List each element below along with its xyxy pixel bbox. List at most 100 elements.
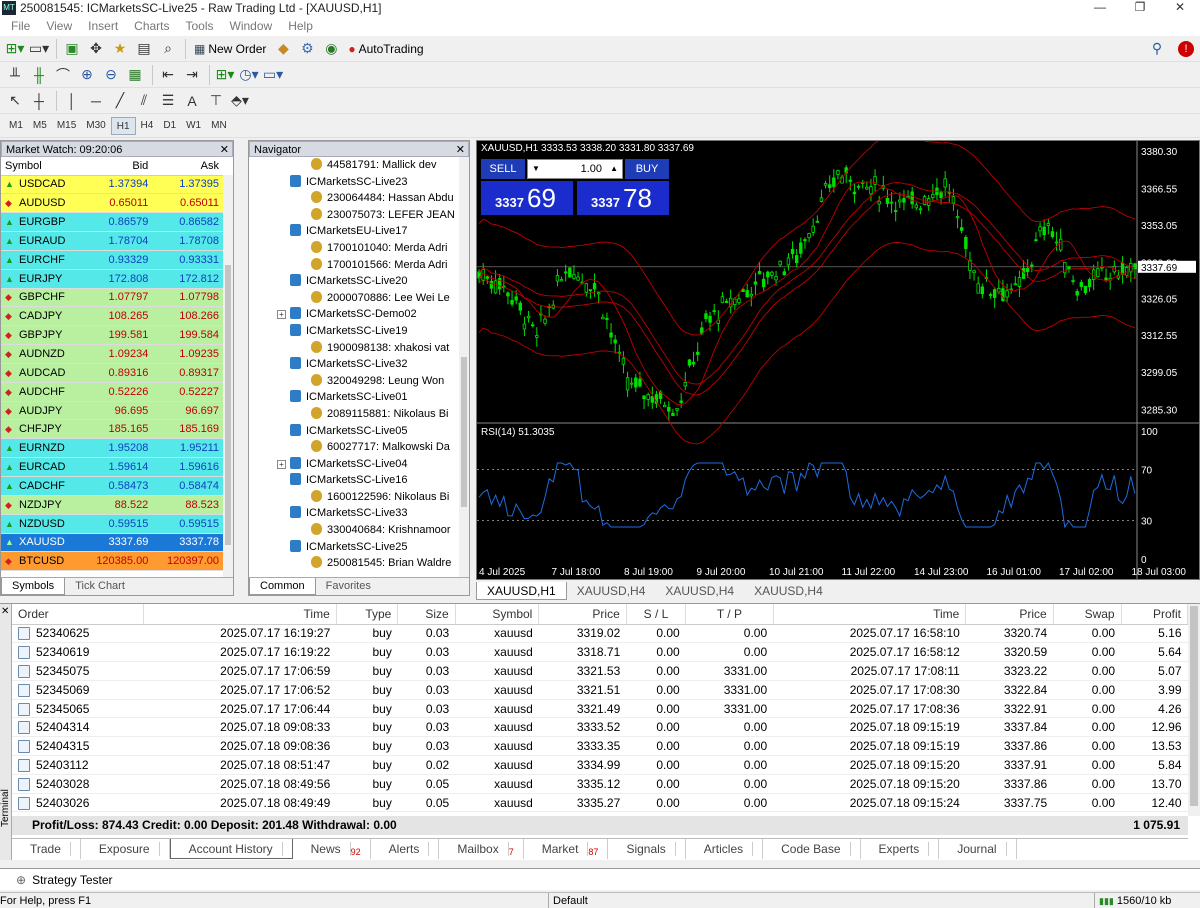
navigator-server[interactable]: ICMarketsSC-Live19 — [249, 323, 457, 340]
ask-cell[interactable]: 0.65011 — [152, 193, 223, 214]
chart-tab-2[interactable]: XAUUSD,H4 — [567, 582, 656, 600]
market-watch-row[interactable]: ▲ EURAUD 1.78704 1.78708 — [1, 231, 223, 251]
ask-cell[interactable]: 96.697 — [152, 401, 223, 421]
navigator-account[interactable]: 2000070886: Lee Wei Le — [249, 290, 457, 307]
ask-cell[interactable]: 172.812 — [152, 269, 223, 289]
strategy-tester-icon[interactable]: ⌕ — [157, 38, 179, 60]
bid-cell[interactable]: 1.07797 — [81, 288, 153, 308]
buy-button[interactable]: BUY — [625, 159, 669, 179]
terminal-tab-alerts[interactable]: Alerts — [371, 839, 440, 859]
symbol-cell[interactable]: ◆ CADJPY — [1, 306, 82, 327]
bid-cell[interactable]: 0.59515 — [81, 514, 153, 534]
cursor-icon[interactable]: ↖ — [4, 90, 26, 112]
table-row[interactable]: 52403112 2025.07.18 08:51:47 buy 0.02 xauusd… — [12, 755, 1188, 775]
menu-view[interactable]: View — [39, 19, 81, 33]
ask-cell[interactable]: 185.169 — [152, 419, 223, 440]
bid-cell[interactable]: 120385.00 — [81, 551, 153, 572]
table-row[interactable]: 52345075 2025.07.17 17:06:59 buy 0.03 xauusd… — [12, 661, 1188, 681]
market-watch-row[interactable]: ◆ NZDJPY 88.522 88.523 — [1, 495, 223, 515]
symbol-cell[interactable]: ▲ EURAUD — [1, 231, 82, 251]
terminal-tab-code-base[interactable]: Code Base — [763, 839, 861, 859]
bid-cell[interactable]: 96.695 — [81, 401, 153, 421]
terminal-tab-mailbox[interactable]: Mailbox 7 — [439, 839, 524, 859]
profiles-icon[interactable]: ▭▾ — [28, 38, 50, 60]
fibonacci-icon[interactable]: ☰ — [157, 90, 179, 112]
ask-cell[interactable]: 0.89317 — [152, 363, 223, 383]
symbol-cell[interactable]: ▲ USDCAD — [1, 175, 82, 195]
market-watch-row[interactable]: ▲ NZDUSD 0.59515 0.59515 — [1, 514, 223, 534]
navigator-account[interactable]: 330040684: Krishnamoor — [249, 522, 457, 539]
ask-cell[interactable]: 1.09235 — [152, 344, 223, 364]
col-time-8[interactable]: Time — [773, 604, 967, 625]
timeframe-m1[interactable]: M1 — [4, 117, 28, 135]
bid-cell[interactable]: 1.37394 — [81, 175, 153, 195]
buy-price[interactable]: 3337 78 — [577, 181, 669, 215]
scrollbar[interactable] — [459, 157, 469, 577]
terminal-tab-journal[interactable]: Journal — [939, 839, 1017, 859]
lot-size-field[interactable]: ▼ 1.00 ▲ — [527, 159, 623, 179]
bid-cell[interactable]: 1.59614 — [81, 457, 153, 477]
bid-cell[interactable]: 3337.69 — [81, 533, 153, 553]
tab-common[interactable]: Common — [249, 578, 316, 595]
ask-cell[interactable]: 0.52227 — [152, 382, 223, 402]
tab-favorites[interactable]: Favorites — [316, 578, 381, 595]
col-ask[interactable]: Ask — [152, 157, 223, 176]
bid-cell[interactable]: 172.808 — [81, 269, 153, 289]
maximize-button[interactable]: ❐ — [1120, 0, 1160, 16]
table-row[interactable]: 52345065 2025.07.17 17:06:44 buy 0.03 xauusd… — [12, 699, 1188, 719]
col-tp-7[interactable]: T / P — [685, 604, 774, 625]
symbol-cell[interactable]: ▲ CADCHF — [1, 476, 82, 496]
bar-chart-icon[interactable]: ╨ — [4, 64, 26, 86]
navigator-server[interactable]: ICMarketsSC-Live23 — [249, 174, 457, 191]
terminal-tab-news[interactable]: News 92 — [293, 839, 371, 859]
symbol-cell[interactable]: ▲ EURCHF — [1, 250, 82, 270]
trendline-icon[interactable]: ╱ — [109, 90, 131, 112]
autotrading-button[interactable]: ● AutoTrading — [344, 38, 427, 60]
bid-cell[interactable]: 0.52226 — [81, 382, 153, 402]
symbol-cell[interactable]: ▲ EURGBP — [1, 212, 82, 233]
ask-cell[interactable]: 0.58474 — [152, 476, 223, 496]
terminal-tab-account-history[interactable]: Account History — [169, 839, 293, 859]
scrollbar[interactable] — [1188, 604, 1200, 816]
ask-cell[interactable]: 3337.78 — [152, 533, 223, 553]
menu-help[interactable]: Help — [281, 19, 322, 33]
navigator-server[interactable]: ICMarketsEU-Live17 — [249, 223, 457, 240]
navigator-account[interactable]: 1700101040: Merda Adri — [249, 240, 457, 257]
market-watch-row[interactable]: ▲ XAUUSD 3337.69 3337.78 — [1, 533, 223, 553]
navigator-server[interactable]: ICMarketsSC-Live33 — [249, 505, 457, 522]
market-watch-row[interactable]: ▲ EURGBP 0.86579 0.86582 — [1, 212, 223, 233]
bid-cell[interactable]: 0.89316 — [81, 363, 153, 383]
notification-icon[interactable]: ! — [1178, 40, 1194, 57]
col-size-3[interactable]: Size — [397, 604, 456, 625]
terminal-tab-trade[interactable]: Trade — [12, 839, 81, 859]
col-profit-11[interactable]: Profit — [1121, 604, 1189, 625]
col-price-9[interactable]: Price — [965, 604, 1054, 625]
market-watch-row[interactable]: ▲ USDCAD 1.37394 1.37395 — [1, 175, 223, 195]
timeframe-h4[interactable]: H4 — [136, 117, 159, 135]
navigator-account[interactable]: 60027717: Malkowski Da — [249, 439, 457, 456]
close-panel-icon[interactable]: ✕ — [456, 142, 465, 158]
tab-tick-chart[interactable]: Tick Chart — [65, 578, 135, 595]
navigator-server[interactable]: ICMarketsSC-Live20 — [249, 273, 457, 290]
increase-lot-icon[interactable]: ▲ — [610, 160, 618, 178]
tile-windows-icon[interactable]: ▦ — [124, 64, 146, 86]
bid-cell[interactable]: 1.09234 — [81, 344, 153, 364]
navigator-account[interactable]: 1600122596: Nikolaus Bi — [249, 489, 457, 506]
navigator-icon[interactable]: ★ — [109, 38, 131, 60]
navigator-server[interactable]: + ICMarketsSC-Demo02 — [249, 306, 457, 323]
zoom-out-icon[interactable]: ⊖ — [100, 64, 122, 86]
timeframe-m15[interactable]: M15 — [52, 117, 81, 135]
chart-tab-3[interactable]: XAUUSD,H4 — [655, 582, 744, 600]
signals-icon[interactable]: ◉ — [320, 38, 342, 60]
market-watch-row[interactable]: ▲ EURCAD 1.59614 1.59616 — [1, 457, 223, 477]
ask-cell[interactable]: 88.523 — [152, 495, 223, 515]
ask-cell[interactable]: 108.266 — [152, 306, 223, 327]
navigator-server[interactable]: ICMarketsSC-Live05 — [249, 423, 457, 440]
col-sl-6[interactable]: S / L — [626, 604, 687, 625]
vertical-line-icon[interactable]: │ — [61, 90, 83, 112]
horizontal-line-icon[interactable]: ─ — [85, 90, 107, 112]
ask-cell[interactable]: 120397.00 — [152, 551, 223, 572]
symbol-cell[interactable]: ▲ XAUUSD — [1, 533, 82, 553]
menu-insert[interactable]: Insert — [81, 19, 127, 33]
new-order-button[interactable]: ▦ New Order — [190, 38, 270, 60]
